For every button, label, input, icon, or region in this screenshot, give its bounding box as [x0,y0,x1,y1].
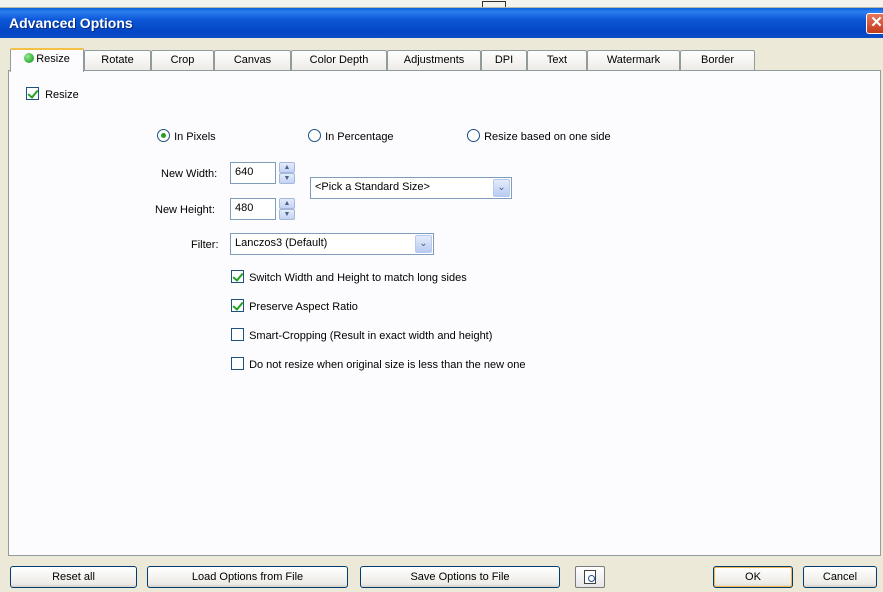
option-label: Do not resize when original size is less… [249,359,526,371]
filter-value: Lanczos3 (Default) [235,237,328,249]
tab-watermark[interactable]: Watermark [587,50,680,71]
preview-button[interactable] [575,566,605,588]
tab-label: Text [546,54,568,66]
filter-select[interactable]: Lanczos3 (Default) ⌄ [230,233,434,255]
tab-color-depth[interactable]: Color Depth [291,50,387,71]
tab-label: Border [700,54,735,66]
chevron-down-icon[interactable]: ⌄ [493,179,510,197]
spin-up-icon[interactable]: ▲ [279,162,295,173]
spin-down-icon[interactable]: ▼ [279,209,295,220]
width-spinner[interactable]: ▲ ▼ [279,162,295,184]
width-label: New Width: [161,168,218,180]
green-dot-icon [24,53,35,63]
checkbox-box[interactable] [231,328,244,341]
option-label: Preserve Aspect Ratio [249,301,358,313]
filter-label: Filter: [191,239,219,251]
option-label: Switch Width and Height to match long si… [249,272,467,284]
height-spinner[interactable]: ▲ ▼ [279,198,295,220]
option-preserve-aspect[interactable]: Preserve Aspect Ratio [231,299,358,313]
radio-button[interactable] [157,129,170,142]
preview-magnifier-icon [584,570,596,584]
resize-panel: Resize In Pixels In Percentage Resize ba… [8,70,881,556]
radio-label: In Pixels [174,131,216,143]
background-window-ghost [482,1,506,7]
option-label: Smart-Cropping (Result in exact width an… [249,330,493,342]
radio-in-percentage[interactable]: In Percentage [308,129,394,143]
tab-border[interactable]: Border [680,50,755,71]
close-button[interactable]: ✕ [866,13,883,34]
window-title: Advanced Options [9,15,133,31]
height-label: New Height: [155,204,215,216]
tab-label: Watermark [606,54,661,66]
tab-strip: Resize Rotate Crop Canvas Color Depth Ad… [8,48,878,72]
option-do-not-resize-smaller[interactable]: Do not resize when original size is less… [231,357,525,371]
height-input[interactable]: 480 [230,198,276,220]
checkbox-box[interactable] [231,357,244,370]
tab-adjustments[interactable]: Adjustments [387,50,481,71]
tab-dpi[interactable]: DPI [481,50,527,71]
radio-button[interactable] [467,129,480,142]
button-bar: Reset all Load Options from File Save Op… [0,556,883,592]
tab-label: Resize [36,53,70,65]
width-input[interactable]: 640 [230,162,276,184]
radio-label: In Percentage [325,131,394,143]
spin-up-icon[interactable]: ▲ [279,198,295,209]
tab-label: Crop [170,54,195,66]
radio-button[interactable] [308,129,321,142]
title-bar[interactable]: Advanced Options ✕ [0,8,883,38]
cancel-button[interactable]: Cancel [803,566,877,588]
standard-size-value: <Pick a Standard Size> [315,181,430,193]
checkbox-box[interactable] [231,270,244,283]
tab-crop[interactable]: Crop [151,50,214,71]
tab-resize[interactable]: Resize [10,48,84,72]
spin-down-icon[interactable]: ▼ [279,173,295,184]
option-smart-cropping[interactable]: Smart-Cropping (Result in exact width an… [231,328,492,342]
load-options-button[interactable]: Load Options from File [147,566,348,588]
checkbox-box[interactable] [231,299,244,312]
checkbox-box[interactable] [26,87,39,100]
tab-rotate[interactable]: Rotate [84,50,151,71]
save-options-button[interactable]: Save Options to File [360,566,560,588]
resize-enable-label: Resize [45,89,79,101]
tab-label: Color Depth [309,54,369,66]
tab-canvas[interactable]: Canvas [214,50,291,71]
radio-label: Resize based on one side [484,131,611,143]
tab-label: Canvas [233,54,272,66]
tab-label: Adjustments [403,54,465,66]
chevron-down-icon[interactable]: ⌄ [415,235,432,253]
tab-label: Rotate [101,54,134,66]
radio-one-side[interactable]: Resize based on one side [467,129,611,143]
standard-size-select[interactable]: <Pick a Standard Size> ⌄ [310,177,512,199]
option-switch-width-height[interactable]: Switch Width and Height to match long si… [231,270,467,284]
close-icon: ✕ [870,14,883,31]
tab-label: DPI [494,54,514,66]
background-window-strip [0,0,883,8]
tab-text[interactable]: Text [527,50,587,71]
ok-button[interactable]: OK [713,566,793,588]
reset-all-button[interactable]: Reset all [10,566,137,588]
radio-in-pixels[interactable]: In Pixels [157,129,216,143]
resize-enable-checkbox[interactable]: Resize [26,87,79,101]
